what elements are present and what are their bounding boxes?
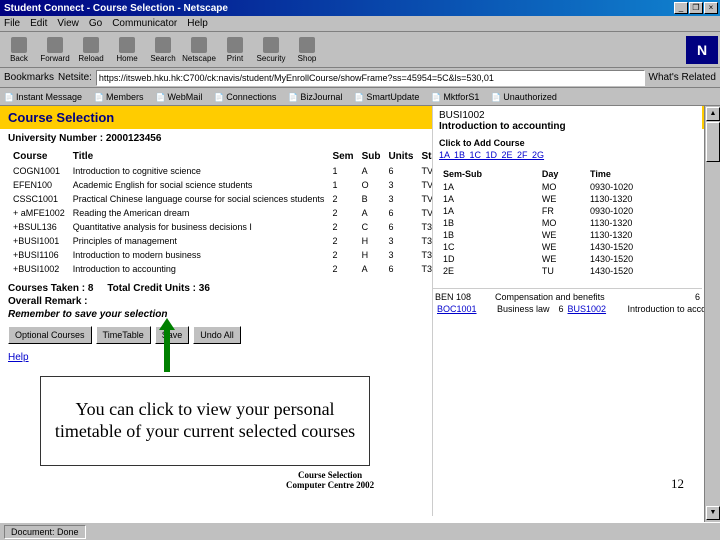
home-icon bbox=[119, 37, 135, 53]
reload-button[interactable]: Reload bbox=[74, 34, 108, 66]
catalog-row[interactable]: BOC1001Business law6 bbox=[435, 303, 566, 315]
course-code-link[interactable]: BSUL136 bbox=[18, 222, 57, 232]
titlebar: Student Connect - Course Selection - Net… bbox=[0, 0, 720, 16]
security-button[interactable]: Security bbox=[254, 34, 288, 66]
section-row: 1BMO1130-1320 bbox=[441, 218, 694, 228]
link-mktfors1[interactable]: MktforS1 bbox=[431, 92, 479, 102]
col-sem: Sem bbox=[329, 150, 356, 163]
shop-button[interactable]: Shop bbox=[290, 34, 324, 66]
undo-all-button[interactable]: Undo All bbox=[193, 326, 241, 344]
course-catalog-list: BEN 108 Compensation and benefits 6 BOC1… bbox=[433, 291, 702, 315]
section-row: 1AWE1130-1320 bbox=[441, 194, 694, 204]
menu-communicator[interactable]: Communicator bbox=[112, 18, 177, 29]
forward-button[interactable]: Forward bbox=[38, 34, 72, 66]
click-to-add-label: Click to Add Course bbox=[439, 138, 696, 148]
col-sub: Sub bbox=[359, 150, 384, 163]
menu-help[interactable]: Help bbox=[187, 18, 208, 29]
slide-number: 12 bbox=[671, 476, 684, 492]
back-icon bbox=[11, 37, 27, 53]
print-button[interactable]: Print bbox=[218, 34, 252, 66]
section-row: 1AMO0930-1020 bbox=[441, 182, 694, 192]
table-row: COGN1001Introduction to cognitive scienc… bbox=[10, 165, 500, 177]
search-button[interactable]: Search bbox=[146, 34, 180, 66]
security-icon bbox=[263, 37, 279, 53]
annotation-arrow bbox=[162, 318, 172, 372]
section-row: 1BWE1130-1320 bbox=[441, 230, 694, 240]
course-code-link[interactable]: EFEN100 bbox=[13, 180, 52, 190]
vertical-scrollbar[interactable]: ▲ ▼ bbox=[704, 106, 720, 522]
menu-go[interactable]: Go bbox=[89, 18, 102, 29]
table-row: + aMFE1002Reading the American dream2A6T… bbox=[10, 207, 500, 219]
timetable-button[interactable]: TimeTable bbox=[96, 326, 151, 344]
detail-course-title: Introduction to accounting bbox=[439, 121, 566, 132]
netscape-button[interactable]: Netscape bbox=[182, 34, 216, 66]
back-button[interactable]: Back bbox=[2, 34, 36, 66]
catalog-row[interactable]: BUS1002Introduction to accounting6 bbox=[566, 303, 720, 315]
menu-view[interactable]: View bbox=[57, 18, 79, 29]
status-bar: Document: Done bbox=[0, 522, 720, 540]
print-icon bbox=[227, 37, 243, 53]
toolbar: Back Forward Reload Home Search Netscape… bbox=[0, 32, 720, 68]
table-row: CSSC1001Practical Chinese language cours… bbox=[10, 193, 500, 205]
table-row: +BSUL136Quantitative analysis for busine… bbox=[10, 221, 500, 233]
annotation-callout: You can click to view your personal time… bbox=[40, 376, 370, 466]
table-row: +BUSI1106Introduction to modern business… bbox=[10, 249, 500, 261]
netscape-icon bbox=[191, 37, 207, 53]
course-code-link[interactable]: BUSI1002 bbox=[18, 264, 59, 274]
section-row: 1AFR0930-1020 bbox=[441, 206, 694, 216]
address-bar: Bookmarks Netsite: What's Related bbox=[0, 68, 720, 88]
netscape-logo: N bbox=[686, 36, 718, 64]
shop-icon bbox=[299, 37, 315, 53]
section-row: 1DWE1430-1520 bbox=[441, 254, 694, 264]
slide-credit: Course Selection Computer Centre 2002 bbox=[286, 470, 374, 490]
course-table: Course Title Sem Sub Units Status Remark… bbox=[8, 148, 502, 277]
col-units: Units bbox=[385, 150, 416, 163]
course-code-link[interactable]: CSSC1001 bbox=[13, 194, 58, 204]
link-instant-message[interactable]: Instant Message bbox=[4, 92, 82, 102]
scroll-down-button[interactable]: ▼ bbox=[706, 506, 720, 520]
link-smartupdate[interactable]: SmartUpdate bbox=[354, 92, 419, 102]
section-links[interactable]: 1A 1B 1C 1D 2E 2F 2G bbox=[439, 150, 696, 160]
col-course: Course bbox=[10, 150, 68, 163]
link-members[interactable]: Members bbox=[94, 92, 143, 102]
personal-toolbar: Instant Message Members WebMail Connecti… bbox=[0, 88, 720, 106]
scroll-thumb[interactable] bbox=[706, 122, 720, 162]
reload-icon bbox=[83, 37, 99, 53]
course-code-link[interactable]: COGN1001 bbox=[13, 166, 60, 176]
scroll-up-button[interactable]: ▲ bbox=[706, 107, 720, 121]
course-code-link[interactable]: BUSI1106 bbox=[18, 250, 58, 260]
catalog-row[interactable]: BEN 108 Compensation and benefits 6 bbox=[433, 291, 702, 303]
maximize-button[interactable]: ❐ bbox=[689, 2, 703, 14]
detail-course-code: BUSI1002 bbox=[439, 110, 696, 121]
link-bizjournal[interactable]: BizJournal bbox=[288, 92, 342, 102]
netsite-label: Netsite: bbox=[58, 72, 92, 83]
course-code-link[interactable]: MFE1002 bbox=[26, 208, 65, 218]
table-row: EFEN100Academic English for social scien… bbox=[10, 179, 500, 191]
section-schedule-table: Sem-Sub Day Time 1AMO0930-10201AWE1130-1… bbox=[439, 166, 696, 278]
table-row: +BUSI1002Introduction to accounting2A6T3 bbox=[10, 263, 500, 275]
link-connections[interactable]: Connections bbox=[214, 92, 276, 102]
home-button[interactable]: Home bbox=[110, 34, 144, 66]
table-row: +BUSI1001Principles of management2H3T3 bbox=[10, 235, 500, 247]
menu-edit[interactable]: Edit bbox=[30, 18, 47, 29]
status-text: Document: Done bbox=[4, 525, 86, 539]
window-title: Student Connect - Course Selection - Net… bbox=[2, 3, 674, 14]
search-icon bbox=[155, 37, 171, 53]
link-unauthorized[interactable]: Unauthorized bbox=[491, 92, 557, 102]
close-button[interactable]: × bbox=[704, 2, 718, 14]
course-code-link[interactable]: BUSI1001 bbox=[18, 236, 59, 246]
section-row: 1CWE1430-1520 bbox=[441, 242, 694, 252]
bookmarks-button[interactable]: Bookmarks bbox=[4, 72, 54, 83]
menubar: File Edit View Go Communicator Help bbox=[0, 16, 720, 32]
optional-courses-button[interactable]: Optional Courses bbox=[8, 326, 92, 344]
section-row: 2ETU1430-1520 bbox=[441, 266, 694, 276]
link-webmail[interactable]: WebMail bbox=[156, 92, 203, 102]
minimize-button[interactable]: _ bbox=[674, 2, 688, 14]
url-input[interactable] bbox=[96, 70, 645, 86]
course-detail-panel: BUSI1002 Introduction to accounting Clic… bbox=[432, 106, 702, 516]
col-title: Title bbox=[70, 150, 328, 163]
forward-icon bbox=[47, 37, 63, 53]
whats-related-button[interactable]: What's Related bbox=[649, 72, 717, 83]
menu-file[interactable]: File bbox=[4, 18, 20, 29]
